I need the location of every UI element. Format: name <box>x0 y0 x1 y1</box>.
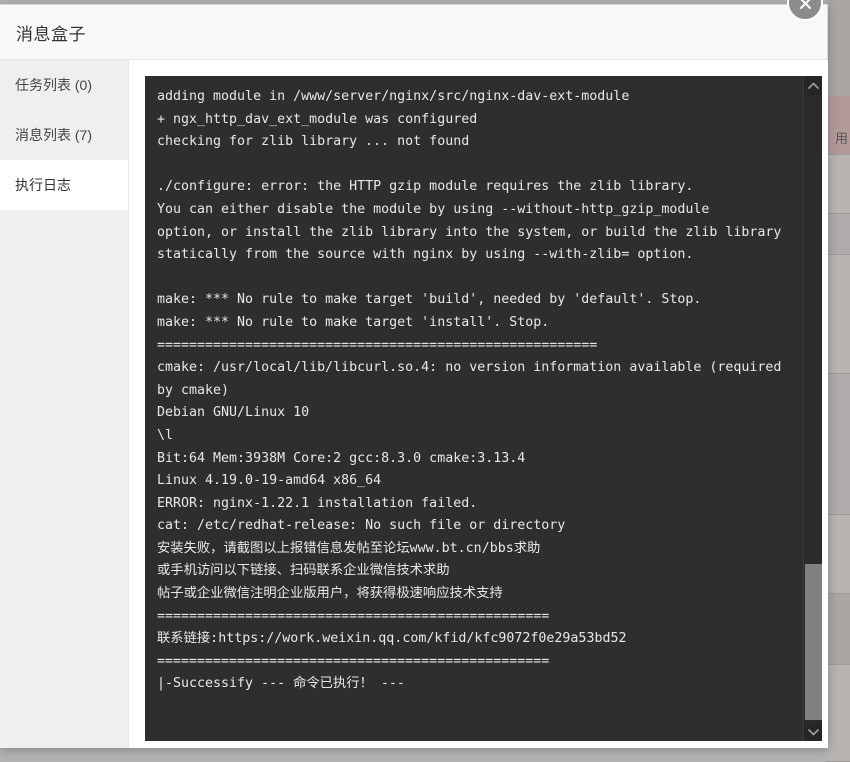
execution-log-panel: adding module in /www/server/nginx/src/n… <box>145 76 822 741</box>
scrollbar-thumb[interactable] <box>805 564 822 720</box>
sidebar-item-execution-log[interactable]: 执行日志 <box>0 160 128 210</box>
modal-header: 消息盒子 <box>0 5 827 60</box>
sidebar-item-label: 消息列表 (7) <box>15 127 92 143</box>
log-scrollbar[interactable] <box>803 76 822 741</box>
background-strip <box>826 214 850 254</box>
sidebar-item-label: 执行日志 <box>15 177 71 193</box>
message-box-modal: 消息盒子 任务列表 (0) 消息列表 (7) 执行日志 adding modul… <box>0 0 828 748</box>
background-strip <box>826 374 850 514</box>
sidebar: 任务列表 (0) 消息列表 (7) 执行日志 <box>0 60 129 748</box>
background-card <box>826 154 850 214</box>
background-strip <box>826 594 850 664</box>
scroll-down-icon[interactable] <box>804 722 822 741</box>
scroll-up-icon[interactable] <box>804 76 822 95</box>
page-title: 消息盒子 <box>16 24 86 44</box>
background-card <box>826 664 850 762</box>
background-text-fragment: 用 <box>834 132 848 146</box>
background-card <box>826 254 850 374</box>
sidebar-item-message-list[interactable]: 消息列表 (7) <box>0 110 128 160</box>
log-container: adding module in /www/server/nginx/src/n… <box>129 60 828 748</box>
log-output-text: adding module in /www/server/nginx/src/n… <box>157 89 782 692</box>
modal-body: 任务列表 (0) 消息列表 (7) 执行日志 adding module in … <box>0 60 828 748</box>
sidebar-item-label: 任务列表 (0) <box>15 77 92 93</box>
background-strip <box>826 0 850 96</box>
background-card <box>826 514 850 594</box>
sidebar-item-task-list[interactable]: 任务列表 (0) <box>0 60 128 110</box>
